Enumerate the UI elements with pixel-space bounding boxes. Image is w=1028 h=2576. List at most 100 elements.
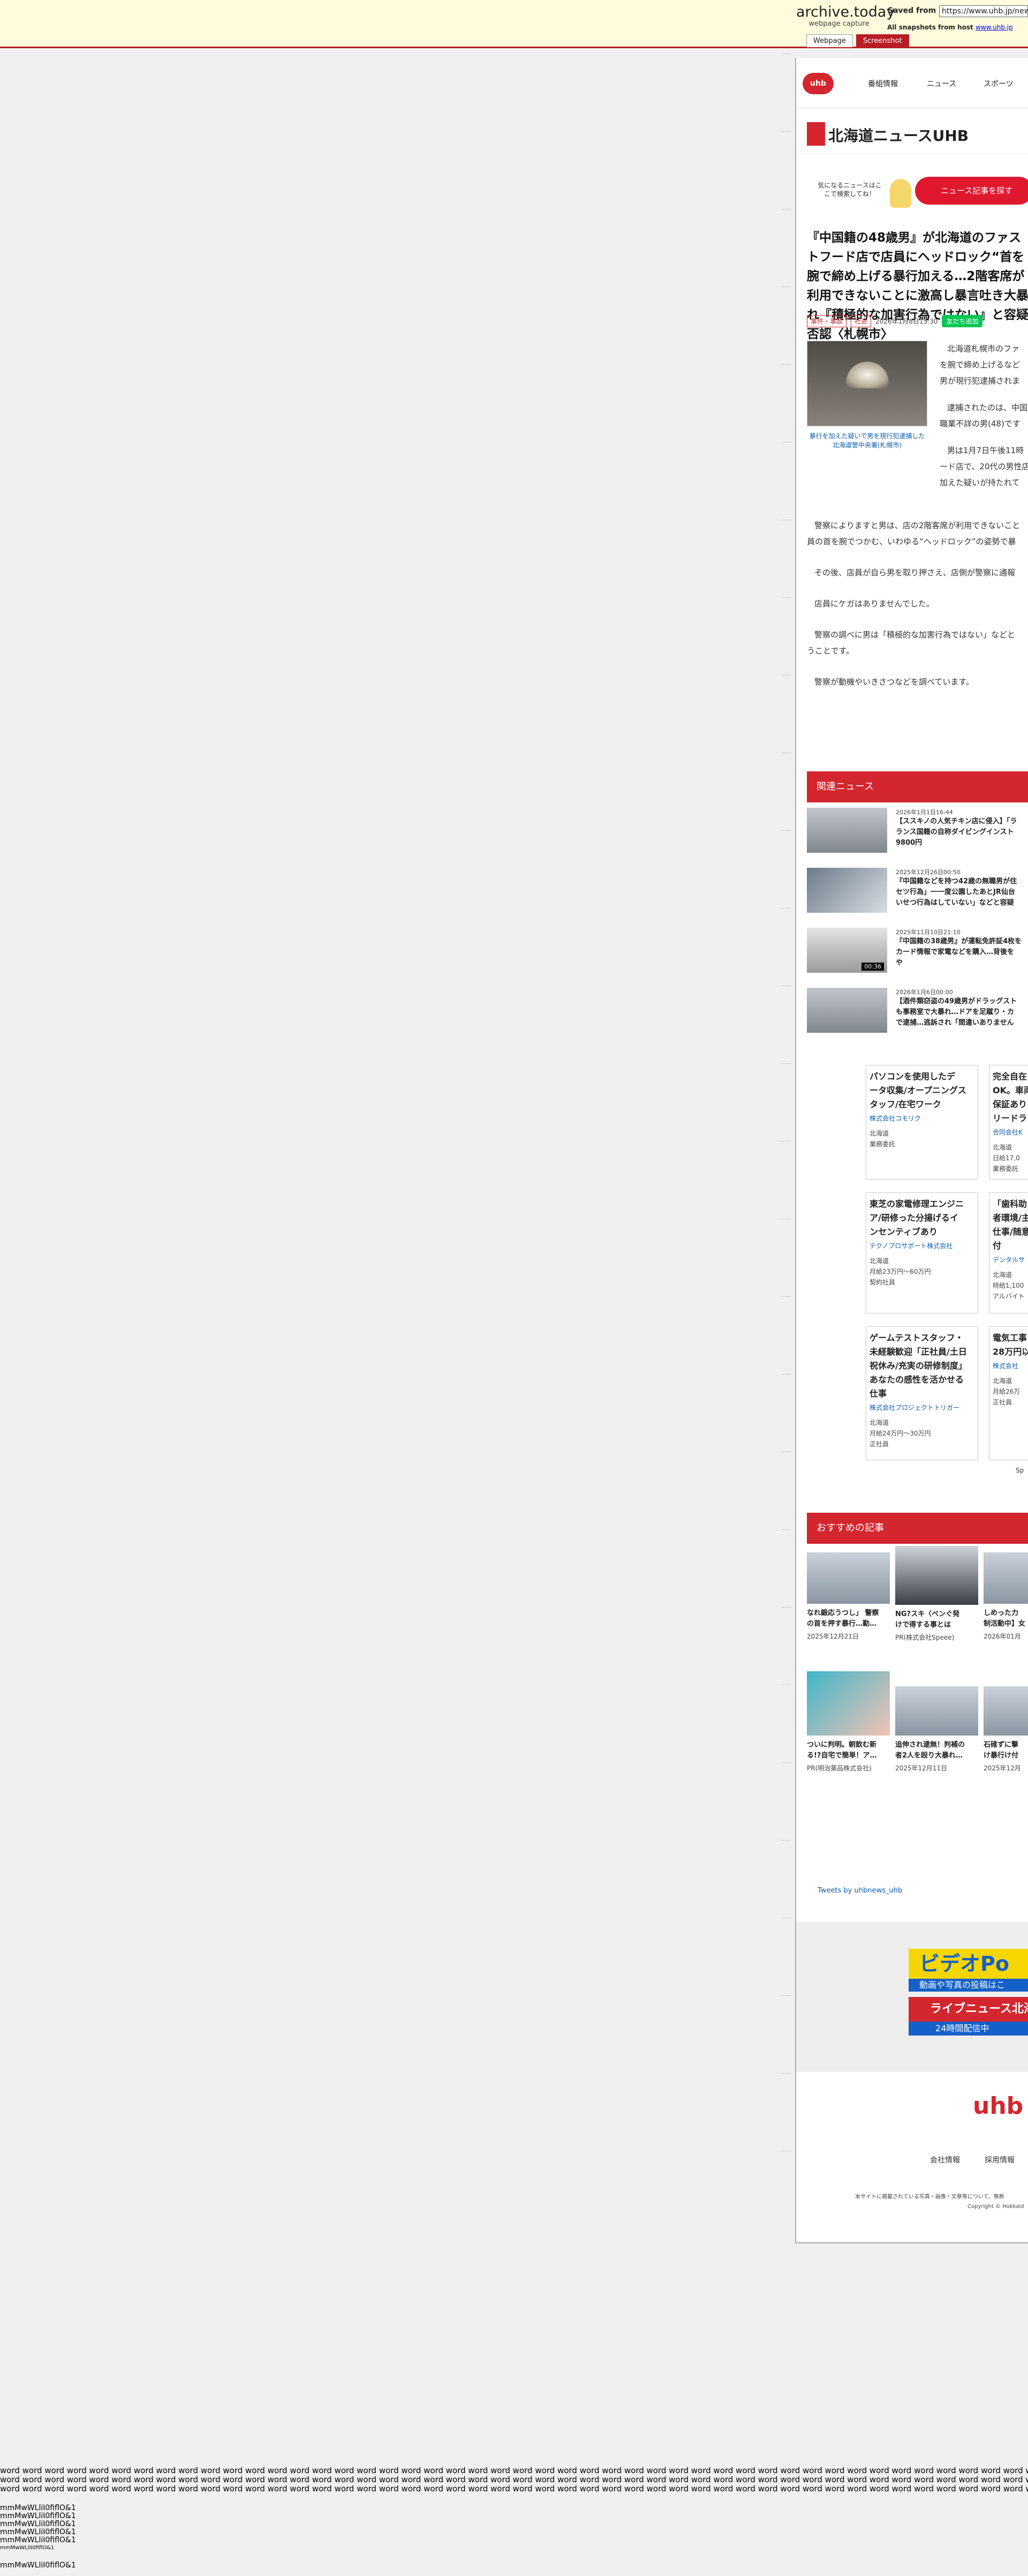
related-item[interactable]: 2026年1月6日00:00 【酒件類窃盗の49歳男がドラッグスト も事務室で大暴… (807, 988, 1028, 1041)
site-logo[interactable]: uhb (803, 73, 834, 94)
related-item[interactable]: 00:36 2025年11月10日21:10 『中国籍の38歳男』が運転免許証4… (807, 928, 1028, 981)
recommended-item[interactable]: しめった力 制活動中】女 2026年01月 (984, 1552, 1028, 1641)
recommended-thumbnail[interactable] (895, 1546, 978, 1605)
recommended-title[interactable]: 追伸され逮無！判補の 者2人を殴り大暴れ… (895, 1740, 978, 1761)
job-title-line: OK。車両 (993, 1085, 1028, 1095)
video-duration: 00:36 (861, 963, 884, 971)
glyph-line: mmMwWLliI0fiflO&1 (0, 2504, 76, 2512)
recommended-item[interactable]: 追伸され逮無！判補の 者2人を殴り大暴れ… 2025年12月11日 (895, 1686, 978, 1773)
recommended-item[interactable]: なれ鍛応うつし」 警察 の首を押す暴行…勤… 2025年12月21日 (807, 1552, 890, 1641)
view-tabs: Webpage Screenshot (806, 34, 909, 47)
article-date: 2026年1月8日15:30 (875, 317, 938, 325)
host-link[interactable]: www.uhb.jp (976, 24, 1013, 31)
side-paragraph: 加えた疑いが持たれて (940, 478, 1020, 487)
job-detail: 正社員 (870, 1440, 889, 1448)
saved-url-field[interactable]: https://www.uhb.jp/news/ (939, 5, 1028, 17)
related-title-line: 【ススキノの人気チキン店に侵入】「ラ (896, 817, 1017, 825)
recommended-title[interactable]: しめった力 制活動中】女 (984, 1608, 1028, 1629)
tweets-link[interactable]: Tweets by uhbnews_uhb (818, 1887, 902, 1895)
job-detail: 北海道 (870, 1257, 889, 1265)
job-company[interactable]: 株式会社コモリク (870, 1114, 974, 1123)
tab-screenshot[interactable]: Screenshot (856, 34, 909, 47)
brand-name[interactable]: 北海道ニュースUHB (828, 124, 969, 146)
archive-title[interactable]: archive.today (796, 4, 895, 20)
archive-brand[interactable]: archive.today webpage capture (796, 4, 895, 28)
recommended-thumbnail[interactable] (807, 1552, 890, 1604)
related-title[interactable]: 『中国籍の38歳男』が運転免許証4枚を カード情報で家電などを購入…背後をや (896, 936, 1028, 968)
video-post-banner[interactable]: ビデオPo (909, 1949, 1028, 1979)
related-thumbnail[interactable] (807, 868, 887, 913)
live-news-banner-sub[interactable]: 24時間配信中 (909, 2022, 1028, 2036)
related-thumbnail[interactable]: 00:36 (807, 928, 887, 973)
tag-society[interactable]: 社会 (851, 314, 872, 327)
job-card[interactable]: 「歯科助 者環境/主 仕事/随意付 デンタルサ 北海道 時給1,100 アルバイト (989, 1192, 1028, 1313)
footer-copyright: Copyright © Hokkaid (967, 2204, 1024, 2210)
job-title-line: パソコンを使用したデ (870, 1071, 956, 1082)
job-detail: 北海道 (993, 1377, 1012, 1385)
tag-incident[interactable]: 事件・事故 (807, 314, 847, 327)
job-detail: 日給17,0 (993, 1154, 1020, 1162)
related-thumbnail[interactable] (807, 988, 887, 1033)
recommended-title[interactable]: ついに判明。朝飲む新 る!?自宅で簡単！ア… (807, 1740, 890, 1761)
job-company[interactable]: 合同会社K (993, 1128, 1028, 1137)
job-details: 北海道 業務委託 (870, 1128, 974, 1150)
article-photo[interactable] (807, 341, 927, 426)
job-title-line: 者環境/主 (993, 1213, 1028, 1223)
job-detail: 月給23万円〜60万円 (870, 1268, 931, 1275)
recommended-title[interactable]: 石碓ずに撃 け暴行け付 (984, 1740, 1028, 1761)
video-post-banner-sub[interactable]: 動画や写真の投稿はこ (909, 1979, 1028, 1992)
recommended-thumbnail[interactable] (895, 1686, 978, 1736)
ruler-tick (781, 1063, 791, 1069)
recommended-title[interactable]: NG?スキ〈べンぐ発 けで得する事とは (895, 1609, 978, 1631)
recommended-item[interactable]: NG?スキ〈べンぐ発 けで得する事とは PR(株式会社Speee) (895, 1546, 978, 1642)
job-company[interactable]: 株式会社 (993, 1361, 1028, 1370)
live-news-banner[interactable]: ライブニュース北海 (909, 1997, 1028, 2022)
nav-item-programs[interactable]: 番組情報 (868, 78, 898, 89)
job-title-line: 28万円以 (993, 1347, 1028, 1357)
job-card[interactable]: パソコンを使用したデ ータ収集/オープニングス タッフ/在宅ワーク 株式会社コモリク… (866, 1065, 978, 1180)
line-add-friend-button[interactable]: 友だち追加 (942, 314, 983, 327)
job-detail: 時給1,100 (993, 1282, 1024, 1289)
related-title[interactable]: 【酒件類窃盗の49歳男がドラッグスト も事務室で大暴れ…ドアを足蹴り・カ で逮捕…逃… (896, 996, 1028, 1028)
body-paragraph: 員の首を腕でつかむ、いわゆる“ヘッドロック”の姿勢で暴 (807, 537, 1016, 546)
related-title[interactable]: 【ススキノの人気チキン店に侵入】「ラ ランス国籍の自称ダイビングインスト 9800円 (896, 816, 1028, 848)
tab-webpage[interactable]: Webpage (806, 34, 853, 47)
recommended-item[interactable]: ついに判明。朝飲む新 る!?自宅で簡単！ア… PR(明治薬品株式会社) (807, 1671, 890, 1773)
job-title-line: 保証あり (993, 1099, 1027, 1109)
article-meta: 事件・事故 社会 2026年1月8日15:30 友だち追加 (807, 314, 983, 328)
recommended-title[interactable]: なれ鍛応うつし」 警察 の首を押す暴行…勤… (807, 1608, 890, 1629)
related-title[interactable]: 『中国籍などを持つ42歳の無職男が住 セツ行為」一一度公園したあとJR仙台 いせつ行… (896, 876, 1028, 908)
recommended-heading: おすすめの記事 (807, 1513, 1028, 1544)
nav-item-news[interactable]: ニュース (927, 78, 956, 89)
recommended-title-line: る!?自宅で簡単！ア… (807, 1752, 877, 1760)
ruler-tick (781, 131, 791, 137)
job-detail: 業務委託 (993, 1165, 1019, 1173)
job-card[interactable]: ゲームテストスタッフ・ 未経験歓迎「正社員/土日 祝休み/充実の研修制度」 あなたの感… (866, 1326, 978, 1460)
job-company[interactable]: 株式会社プロジェクトトリガー (870, 1403, 974, 1412)
related-item[interactable]: 2025年12月26日00:50 『中国籍などを持つ42歳の無職男が住 セツ行為」… (807, 868, 1028, 921)
footer-link-company[interactable]: 会社情報 (930, 2154, 960, 2165)
search-news-button[interactable]: ニュース記事を探す (915, 177, 1028, 205)
footer-logo[interactable]: uhb (973, 2092, 1023, 2120)
job-card[interactable]: 電気工事 28万円以 株式会社 北海道 月給26万 正社員 (989, 1326, 1028, 1460)
job-company[interactable]: デンタルサ (993, 1255, 1028, 1264)
side-paragraph: ード店で、20代の男性店 (940, 462, 1028, 471)
recommended-thumbnail[interactable] (984, 1686, 1028, 1736)
recommended-title-line: 追伸され逮無！判補の (895, 1741, 965, 1749)
body-paragraph: その後、店員が自ら男を取り押さえ、店側が警察に通報 (814, 568, 1016, 577)
recommended-item[interactable]: 石碓ずに撃 け暴行け付 2025年12月 (984, 1686, 1028, 1773)
ruler-tick (781, 908, 791, 913)
related-item[interactable]: 2026年1月1日16:44 【ススキノの人気チキン店に侵入】「ラ ランス国籍の自… (807, 808, 1028, 861)
footer-link-recruit[interactable]: 採用情報 (985, 2154, 1015, 2165)
job-card[interactable]: 完全自在 OK。車両保証ありリードラ 合同会社K 北海道日給17,0 業務委託 (989, 1065, 1028, 1180)
related-thumbnail[interactable] (807, 808, 887, 853)
glyph-lines: mmMwWLliI0fiflO&1 mmMwWLliI0fiflO&1 mmMw… (0, 2504, 1028, 2570)
job-title-line: ア/研修った分揚げるイ (870, 1213, 958, 1223)
nav-item-sports[interactable]: スポーツ (984, 78, 1014, 89)
recommended-title-line: 者2人を殴り大暴れ… (895, 1752, 963, 1760)
word-line: word word word word word word word word … (0, 2484, 1028, 2494)
job-card[interactable]: 東芝の家電修理エンジニ ア/研修った分揚げるイ ンセンティブあり テクノプロサポート… (866, 1192, 978, 1313)
recommended-thumbnail[interactable] (807, 1671, 890, 1736)
job-company[interactable]: テクノプロサポート株式会社 (870, 1241, 974, 1250)
recommended-thumbnail[interactable] (984, 1552, 1028, 1604)
